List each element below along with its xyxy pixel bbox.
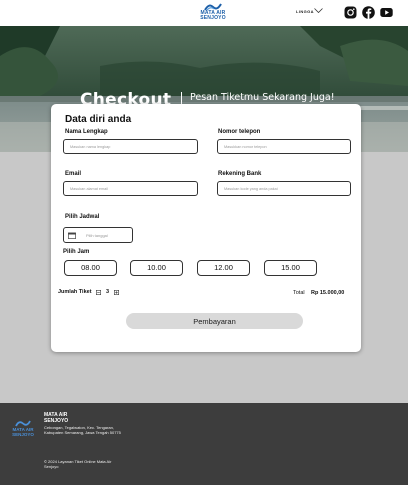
footer-copyright: © 2024 Layanan Tiket Online Mata Air Sen… — [44, 459, 112, 469]
bank-label: Rekening Bank — [218, 171, 262, 177]
email-label: Email — [65, 171, 82, 177]
total-amount: Rp 15.000,00 — [311, 290, 345, 296]
logo-text-line2: SENJOYO — [200, 15, 226, 21]
increment-icon[interactable] — [114, 290, 119, 295]
time-slot-button[interactable]: 15.00 — [264, 260, 317, 276]
full-name-input[interactable] — [63, 139, 198, 154]
facebook-icon[interactable] — [362, 6, 375, 19]
phone-label: Nomor telepon — [218, 129, 261, 135]
phone-input[interactable] — [217, 139, 351, 154]
time-label: Pilih Jam — [63, 249, 90, 255]
ticket-quantity-value: 3 — [106, 289, 110, 295]
name-label: Nama Lengkap — [65, 129, 108, 135]
payment-button[interactable]: Pembayaran — [126, 313, 303, 329]
instagram-icon[interactable] — [344, 6, 357, 19]
checkout-form-card: Data diri anda Nama Lengkap Nomor telepo… — [51, 104, 361, 352]
date-placeholder: Pilih tanggal — [86, 233, 108, 238]
ticket-quantity-label: Jumlah Tiket — [58, 289, 92, 295]
footer-site-name-line2: SENJOYO — [44, 418, 69, 424]
site-footer: MATA AIR SENJOYO MATA AIR SENJOYO Cebong… — [0, 403, 408, 485]
calendar-icon — [68, 232, 76, 239]
bank-account-input[interactable] — [217, 181, 351, 196]
logo-wave-icon — [15, 420, 31, 427]
email-input[interactable] — [63, 181, 198, 196]
top-navbar: MATA AIR SENJOYO LINGGA — [0, 0, 408, 26]
time-slot-button[interactable]: 12.00 — [197, 260, 250, 276]
time-slot-button[interactable]: 10.00 — [130, 260, 183, 276]
youtube-icon[interactable] — [380, 6, 393, 19]
language-selector-label[interactable]: LINGGA — [296, 9, 314, 14]
footer-logo-line2: SENJOYO — [12, 432, 34, 437]
footer-address: Cebongan, Tegalwaton, Kec. Tengaran, Kab… — [44, 425, 121, 435]
time-slot-button[interactable]: 08.00 — [64, 260, 117, 276]
total-label: Total — [293, 290, 305, 296]
chevron-down-icon[interactable] — [314, 8, 323, 13]
decrement-icon[interactable] — [96, 290, 101, 295]
page-subtitle: Pesan Tiketmu Sekarang Juga! — [190, 92, 335, 103]
schedule-label: Pilih Jadwal — [65, 214, 100, 220]
date-picker[interactable]: Pilih tanggal — [63, 227, 133, 243]
site-logo[interactable]: MATA AIR SENJOYO — [193, 2, 233, 24]
footer-logo[interactable]: MATA AIR SENJOYO — [9, 419, 37, 437]
form-title: Data diri anda — [65, 114, 132, 125]
